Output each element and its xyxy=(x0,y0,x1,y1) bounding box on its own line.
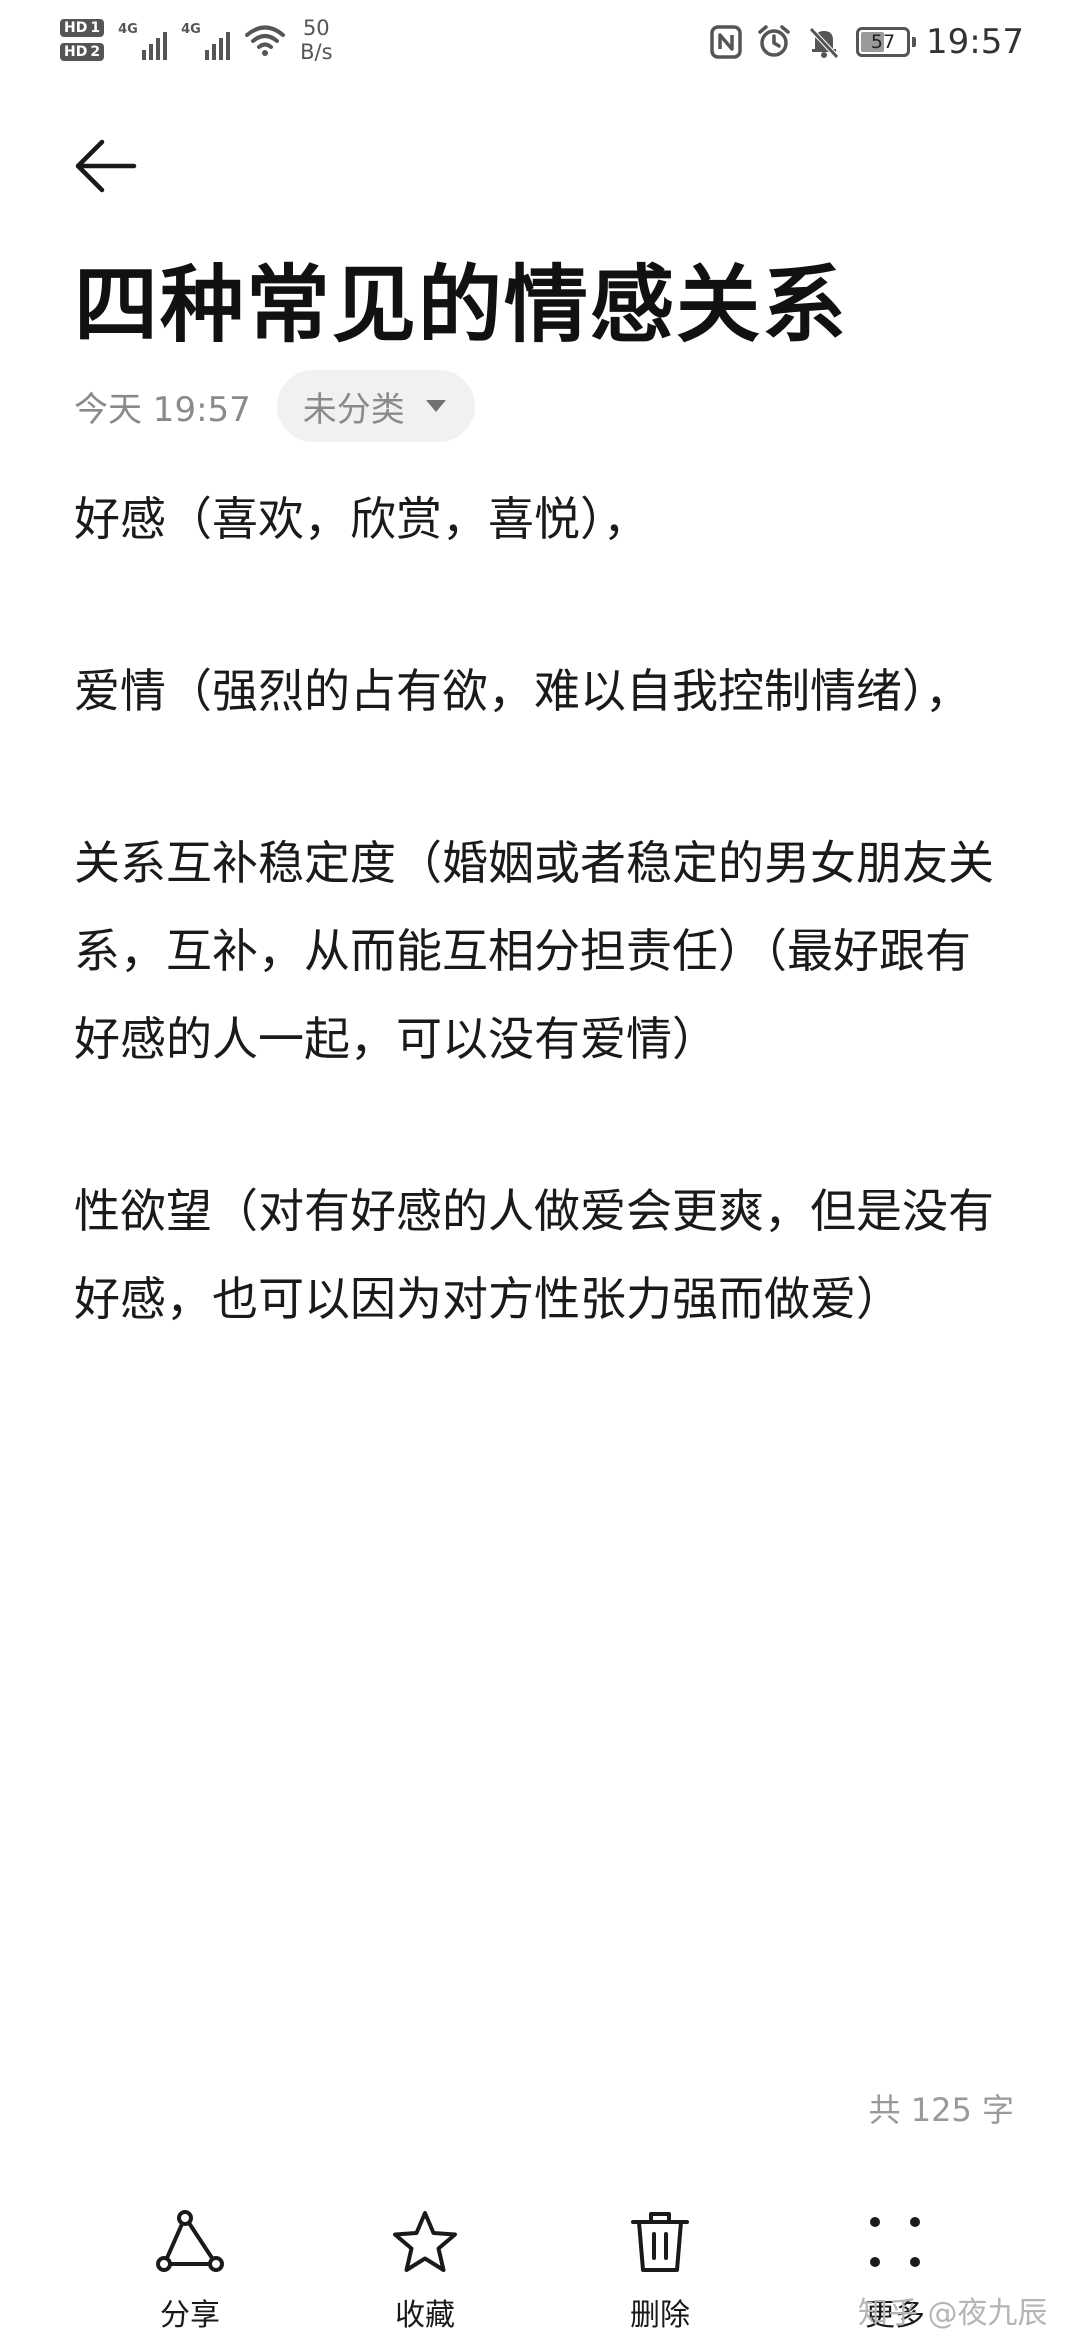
status-right: 57 19:57 xyxy=(710,14,1024,70)
back-button[interactable] xyxy=(70,130,142,202)
word-count: 共 125 字 xyxy=(868,2091,1014,2129)
more-label: 更多 xyxy=(865,2298,925,2333)
sim2-signal: 4G xyxy=(181,20,231,60)
delete-button[interactable]: 删除 xyxy=(580,2200,740,2340)
speed-unit: B/s xyxy=(300,40,333,64)
status-bar: HD 1 HD 2 4G 4G 50 B/s 57 19:57 xyxy=(0,0,1080,80)
star-icon xyxy=(393,2211,457,2272)
speed-value: 50 xyxy=(302,16,330,40)
share-icon-wrap xyxy=(155,2204,225,2280)
wifi-icon xyxy=(245,25,286,56)
signal-bars-icon xyxy=(142,32,168,60)
share-label: 分享 xyxy=(160,2298,220,2333)
delete-label: 删除 xyxy=(630,2298,690,2333)
favorite-button[interactable]: 收藏 xyxy=(345,2200,505,2340)
more-button[interactable]: 更多 xyxy=(815,2200,975,2340)
bottom-toolbar: 分享 收藏 删除 更多 xyxy=(0,2200,1080,2340)
paragraph-complementary: 关系互补稳定度（婚姻或者稳定的男女朋友关系，互补，从而能互相分担责任）（最好跟有… xyxy=(74,836,994,1066)
trash-icon-wrap xyxy=(629,2204,691,2280)
trash-icon xyxy=(631,2212,689,2272)
star-icon-wrap xyxy=(391,2204,459,2280)
battery-icon: 57 xyxy=(856,27,917,57)
note-body[interactable]: 好感（喜欢，欣赏，喜悦）， 爱情（强烈的占有欲，难以自我控制情绪）， 关系互补稳… xyxy=(74,475,1004,1427)
battery-level: 57 xyxy=(870,31,896,53)
sim2-network-type: 4G xyxy=(181,22,201,37)
share-button[interactable]: 分享 xyxy=(110,2200,270,2340)
hd2-number: 2 xyxy=(90,44,101,60)
alarm-icon xyxy=(758,25,790,57)
hd1-number: 1 xyxy=(90,20,101,36)
status-left: HD 1 HD 2 4G 4G 50 B/s xyxy=(60,12,333,68)
back-arrow-icon xyxy=(75,139,137,193)
status-time: 19:57 xyxy=(926,22,1024,62)
hd-indicators: HD 1 HD 2 xyxy=(60,19,105,61)
nfc-icon xyxy=(710,25,742,59)
note-date: 今天 19:57 xyxy=(74,389,251,430)
sim1-signal: 4G xyxy=(118,20,168,60)
note-meta: 今天 19:57 未分类 xyxy=(74,370,475,442)
favorite-label: 收藏 xyxy=(395,2298,455,2333)
share-icon xyxy=(156,2210,224,2272)
hd1-badge: HD 1 xyxy=(60,19,105,37)
hd2-badge: HD 2 xyxy=(60,43,105,61)
hd1-label: HD xyxy=(64,20,88,36)
mute-bell-icon xyxy=(809,27,839,59)
signal-bars-icon xyxy=(205,32,231,60)
sim1-network-type: 4G xyxy=(118,22,138,37)
hd2-label: HD xyxy=(64,44,88,60)
paragraph-love: 爱情（强烈的占有欲，难以自我控制情绪）， xyxy=(74,664,971,718)
triangle-down-icon xyxy=(425,400,446,412)
paragraph-desire: 性欲望（对有好感的人做爱会更爽，但是没有好感，也可以因为对方性张力强而做爱） xyxy=(74,1184,994,1326)
more-dots-icon xyxy=(870,2217,920,2267)
network-speed: 50 B/s xyxy=(300,16,332,64)
paragraph-attraction: 好感（喜欢，欣赏，喜悦）， xyxy=(74,492,649,546)
category-label: 未分类 xyxy=(302,389,405,430)
more-icon-wrap xyxy=(866,2204,924,2280)
category-selector[interactable]: 未分类 xyxy=(276,370,475,442)
note-title[interactable]: 四种常见的情感关系 xyxy=(74,245,848,365)
